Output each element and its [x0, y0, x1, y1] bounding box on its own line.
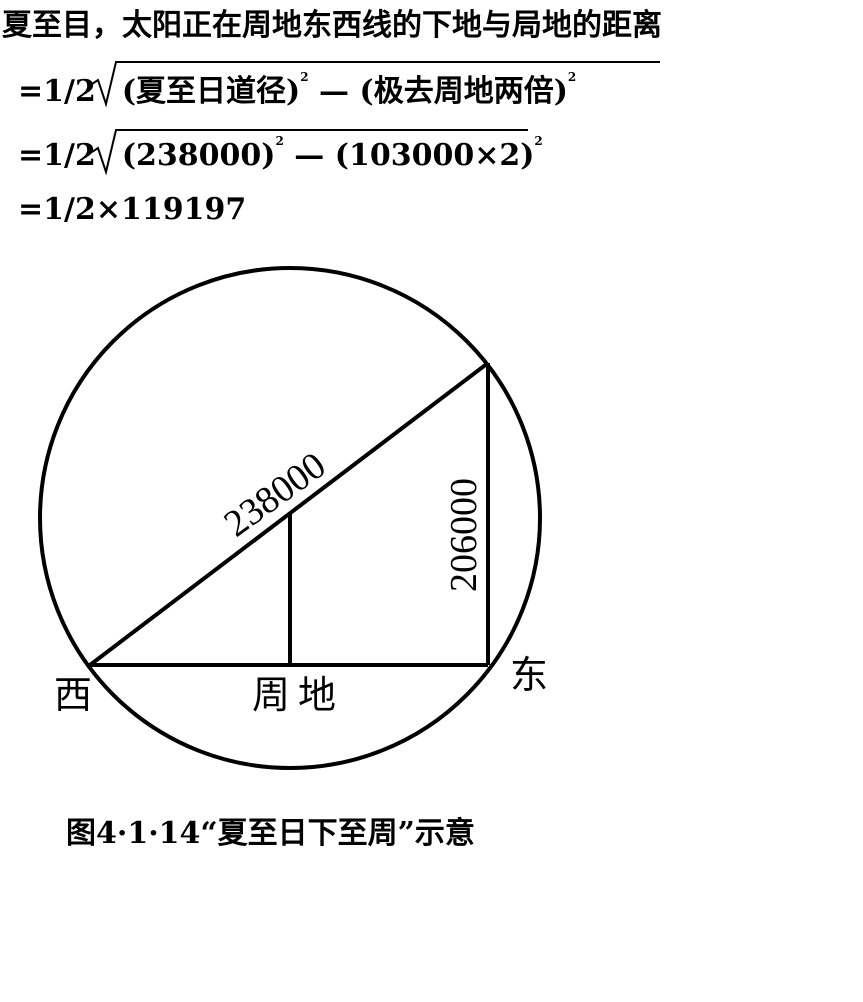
figure-caption: 图4·1·14“夏至日下至周”示意	[66, 816, 475, 851]
east-label: 东	[510, 653, 548, 697]
radical-sign-1	[91, 61, 660, 108]
center-label: 周地	[252, 673, 344, 717]
vertical-label: 206000	[443, 478, 485, 592]
west-label: 西	[54, 673, 92, 717]
radical-sign-2	[91, 129, 528, 176]
